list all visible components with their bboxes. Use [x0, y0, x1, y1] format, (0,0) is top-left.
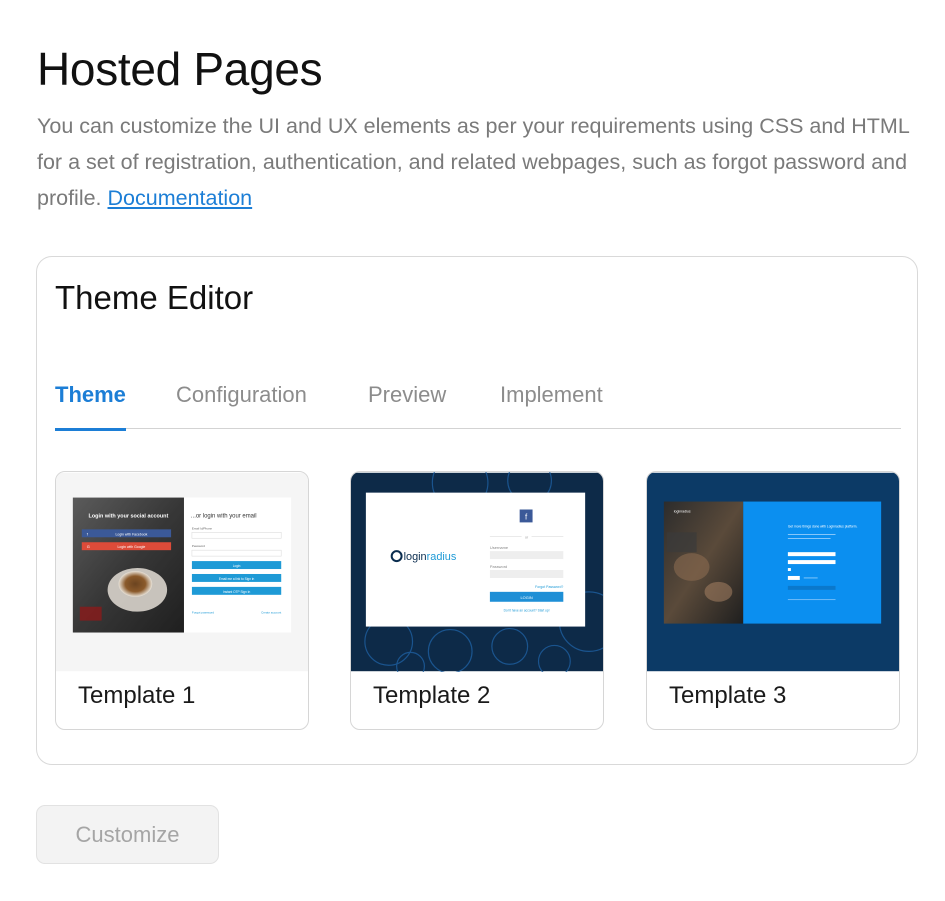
- t2-password-field: [489, 570, 564, 578]
- t1-login-label: Login: [233, 564, 241, 568]
- template-card-1[interactable]: Login with your social account Login wit…: [55, 471, 309, 730]
- customize-button[interactable]: Customize: [36, 805, 219, 864]
- t1-create-link: Create account: [261, 611, 281, 615]
- page-title: Hosted Pages: [37, 43, 323, 95]
- t2-forgot-text: Forgot Password?: [535, 585, 563, 589]
- t3-social-button: [787, 585, 836, 590]
- template-card-2[interactable]: loginradius f or Username Password Forgo…: [350, 471, 604, 730]
- t1-password-field: [191, 549, 282, 557]
- tab-bar: Theme Configuration Preview Implement: [55, 379, 901, 431]
- tab-theme[interactable]: Theme: [55, 379, 126, 431]
- t1-social-heading: Login with your social account: [89, 513, 169, 519]
- t2-username-field: [489, 551, 564, 560]
- theme-editor-card: Theme Editor Theme Configuration Preview…: [36, 256, 918, 765]
- template-card-3[interactable]: loginradius Get more things done with Lo…: [646, 471, 900, 730]
- t1-password-label: Password: [192, 544, 205, 548]
- t1-facebook-label: Login with Facebook: [115, 532, 147, 536]
- tab-configuration[interactable]: Configuration: [176, 379, 307, 429]
- template-2-label: Template 2: [373, 682, 491, 709]
- t2-username-label: Username: [490, 545, 509, 550]
- t3-login-button: [787, 575, 800, 580]
- t2-password-label: Password: [490, 564, 507, 569]
- t1-forgot-link: Forgot password: [192, 611, 214, 615]
- t1-email-field: [191, 532, 282, 539]
- template-1-label: Template 1: [78, 682, 196, 709]
- t1-google-icon: G: [87, 544, 90, 549]
- template-3-thumbnail: loginradius Get more things done with Lo…: [647, 472, 899, 672]
- t3-heading: Get more things done with Loginradius pl…: [788, 524, 858, 528]
- tab-implement[interactable]: Implement: [500, 379, 603, 429]
- template-2-thumbnail: loginradius f or Username Password Forgo…: [351, 472, 603, 672]
- t1-email-heading: ...or login with your email: [191, 513, 257, 519]
- theme-editor-title: Theme Editor: [55, 279, 254, 316]
- template-3-label: Template 3: [669, 682, 787, 709]
- t3-field-1: [787, 552, 836, 557]
- t3-checkbox: [787, 568, 791, 572]
- t1-google-label: Login with Google: [118, 545, 146, 549]
- documentation-link[interactable]: Documentation: [108, 186, 253, 210]
- t1-email-link-label: Email me a link to Sign in: [219, 577, 255, 581]
- page-description: You can customize the UI and UX elements…: [37, 108, 917, 216]
- t3-logo: loginradius: [674, 509, 691, 513]
- t1-otp-label: Instant OTP Sign In: [223, 590, 251, 594]
- t2-register-text: Don't have an account? Start up!: [504, 609, 550, 613]
- t3-field-2: [787, 560, 836, 565]
- t1-email-label: Email Id/Phone: [192, 526, 212, 530]
- t2-logo-login: loginradius: [404, 551, 457, 563]
- t2-logo-radius: radius: [427, 551, 457, 563]
- tab-preview[interactable]: Preview: [368, 379, 446, 429]
- template-1-thumbnail: Login with your social account Login wit…: [56, 472, 308, 672]
- t2-login-label: LOGIN: [520, 595, 532, 600]
